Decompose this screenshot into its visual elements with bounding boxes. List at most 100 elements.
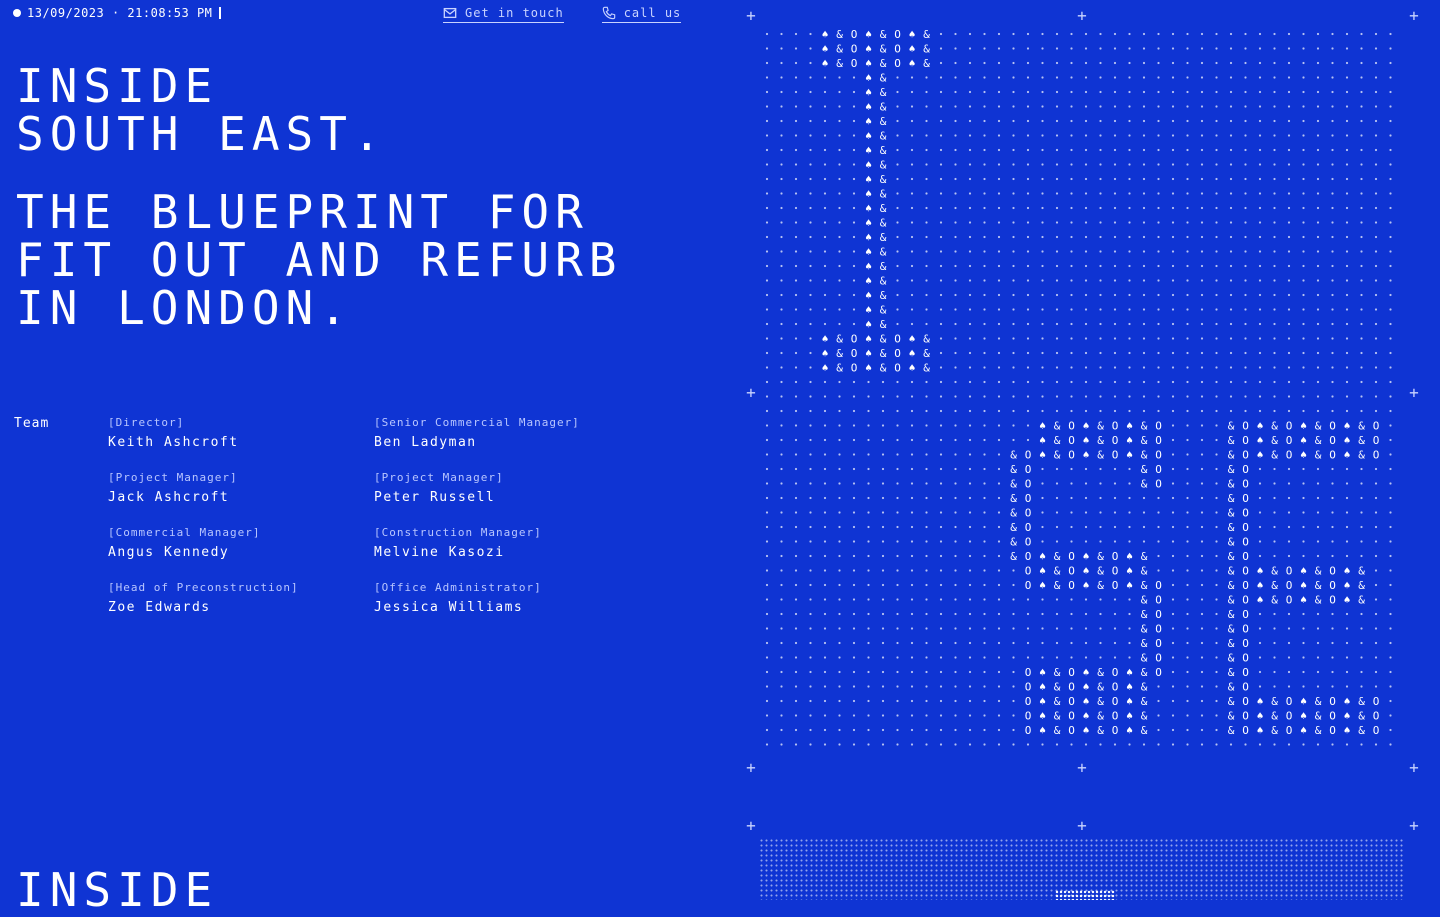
grid-dot (1128, 177, 1131, 181)
logo-glyph: O (1242, 507, 1249, 520)
grid-dot (852, 308, 856, 311)
grid-dot (1345, 308, 1349, 311)
grid-dot (838, 612, 841, 616)
logo-glyph: ♠ (909, 333, 916, 346)
grid-dot (968, 366, 972, 369)
grid-dot (780, 496, 783, 500)
grid-dot (1055, 250, 1059, 253)
grid-dot (794, 424, 798, 427)
grid-dot (1389, 395, 1392, 398)
logo-glyph: ♠ (1257, 594, 1264, 607)
grid-dot (1287, 612, 1291, 616)
grid-dot (838, 482, 841, 485)
grid-dot (1200, 250, 1204, 253)
team-member: [Commercial Manager] Angus Kennedy (108, 526, 299, 581)
grid-dot (939, 728, 943, 732)
grid-dot (954, 235, 957, 239)
grid-dot (809, 351, 812, 355)
grid-dot (1113, 525, 1117, 529)
logo-glyph: & (1141, 695, 1148, 708)
logo-glyph: & (880, 28, 887, 41)
grid-dot (997, 264, 1001, 268)
grid-dot (1041, 337, 1044, 340)
grid-dot (1142, 76, 1146, 79)
grid-dot (852, 322, 856, 326)
grid-dot (809, 279, 812, 282)
grid-dot (939, 743, 943, 746)
grid-dot (1099, 409, 1102, 413)
mail-icon (443, 7, 457, 19)
grid-dot (997, 627, 1001, 630)
grid-dot (809, 583, 812, 587)
logo-glyph: O (1155, 608, 1162, 621)
logo-glyph: ♠ (865, 289, 872, 302)
get-in-touch-link[interactable]: Get in touch (443, 6, 564, 23)
grid-dot (954, 293, 957, 297)
grid-dot (1084, 221, 1088, 224)
grid-dot (1070, 105, 1073, 108)
grid-dot (1244, 322, 1247, 326)
grid-dot (1128, 612, 1131, 616)
grid-dot (1374, 598, 1378, 601)
logo-glyph: O (1242, 695, 1249, 708)
grid-dot (983, 656, 986, 659)
logo-glyph: & (1315, 695, 1322, 708)
grid-dot (983, 496, 986, 500)
grid-dot (983, 192, 986, 195)
grid-dot (1273, 279, 1276, 282)
logo-glyph: & (1141, 681, 1148, 694)
grid-dot (896, 641, 899, 645)
grid-dot (968, 308, 972, 311)
grid-dot (1374, 351, 1378, 355)
logo-glyph: & (1054, 666, 1061, 679)
logo-glyph: & (1141, 565, 1148, 578)
grid-dot (896, 409, 899, 413)
grid-dot (881, 482, 885, 485)
grid-dot (1273, 105, 1276, 108)
grid-dot (1287, 264, 1291, 268)
call-us-link[interactable]: call us (601, 6, 682, 23)
grid-dot (1113, 540, 1117, 543)
grid-dot (1258, 90, 1262, 94)
logo-glyph: ♠ (909, 362, 916, 375)
logo-glyph: ♠ (1344, 594, 1351, 607)
grid-dot (765, 699, 769, 703)
logo-glyph: O (1242, 463, 1249, 476)
grid-dot (1026, 598, 1030, 601)
logo-glyph: O (851, 347, 858, 360)
grid-dot (1084, 206, 1088, 210)
grid-dot (823, 496, 827, 500)
grid-dot (1012, 177, 1015, 181)
grid-dot (1302, 61, 1305, 65)
grid-dot (809, 743, 812, 746)
grid-dot (780, 467, 783, 471)
grid-dot (1026, 250, 1030, 253)
grid-dot (1200, 583, 1204, 587)
grid-dot (1070, 206, 1073, 210)
grid-dot (954, 583, 957, 587)
logo-glyph: & (1228, 536, 1235, 549)
grid-dot (1374, 685, 1378, 688)
grid-dot (1171, 743, 1175, 746)
grid-dot (852, 206, 856, 210)
grid-dot (1186, 627, 1189, 630)
grid-dot (997, 641, 1001, 645)
grid-dot (910, 206, 914, 210)
grid-dot (1084, 612, 1088, 616)
grid-dot (838, 699, 841, 703)
grid-dot (1171, 482, 1175, 485)
grid-dot (1389, 380, 1392, 384)
grid-dot (881, 395, 885, 398)
grid-dot (939, 409, 943, 413)
grid-dot (1215, 467, 1218, 471)
grid-dot (983, 32, 986, 36)
grid-dot (765, 453, 769, 456)
grid-dot (1157, 337, 1160, 340)
grid-dot (1287, 409, 1291, 413)
logo-glyph: ♠ (1126, 449, 1133, 462)
grid-dot (1215, 61, 1218, 65)
grid-dot (1331, 627, 1334, 630)
grid-dot (1099, 482, 1102, 485)
grid-dot (1099, 134, 1102, 137)
grid-dot (1128, 511, 1131, 514)
